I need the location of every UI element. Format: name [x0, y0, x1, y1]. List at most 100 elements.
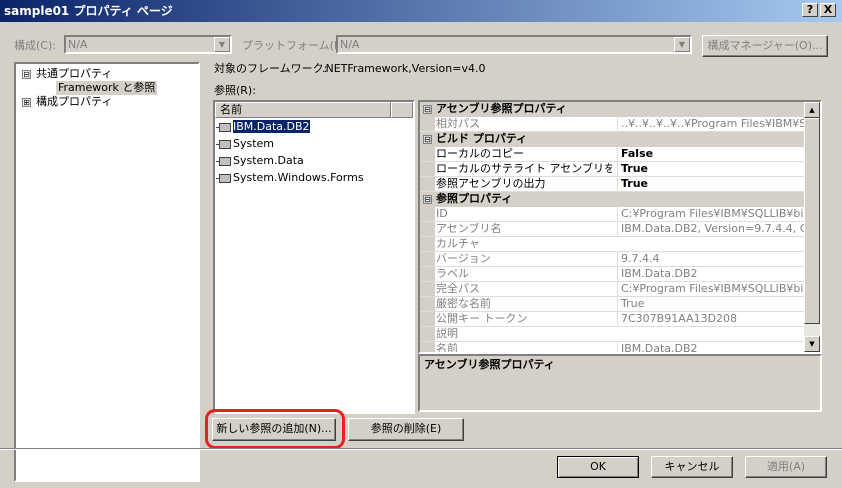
- reference-icon: [216, 173, 231, 183]
- property-row[interactable]: 名前 IBM.Data.DB2: [420, 342, 804, 352]
- property-value: ..¥..¥..¥..¥..¥Program Files¥IBM¥SQLLIB¥: [617, 117, 804, 131]
- references-label: 参照(R):: [214, 84, 256, 97]
- platform-select[interactable]: N/A ▼: [336, 35, 692, 54]
- help-button[interactable]: ?: [802, 3, 818, 17]
- property-value[interactable]: False: [617, 147, 804, 161]
- property-row[interactable]: ローカルのコピー False: [420, 147, 804, 162]
- config-manager-button[interactable]: 構成マネージャー(O)...: [702, 35, 828, 57]
- reference-label: System.Data: [233, 154, 304, 167]
- close-button[interactable]: X: [820, 3, 836, 17]
- property-value: True: [617, 297, 804, 311]
- property-row[interactable]: 相対パス ..¥..¥..¥..¥..¥Program Files¥IBM¥SQL…: [420, 117, 804, 132]
- property-name: カルチャ: [436, 237, 480, 250]
- scroll-up-icon[interactable]: ▲: [804, 102, 820, 118]
- property-value: IBM.Data.DB2: [617, 267, 804, 281]
- property-name: アセンブリ名: [436, 222, 502, 235]
- property-tree[interactable]: ⊟ 共通プロパティ Framework と参照 ⊞ 構成プロパティ: [14, 62, 200, 482]
- property-row[interactable]: カルチャ: [420, 237, 804, 252]
- category-label: アセンブリ参照プロパティ: [436, 102, 567, 115]
- property-value: IBM.Data.DB2, Version=9.7.4.4, Culture: [617, 222, 804, 236]
- property-name: バージョン: [436, 252, 491, 265]
- property-value[interactable]: True: [617, 162, 804, 176]
- framework-value: .NETFramework,Version=v4.0: [322, 62, 486, 75]
- property-value[interactable]: True: [617, 177, 804, 191]
- platform-label: プラットフォーム(P):: [242, 39, 349, 52]
- collapse-icon[interactable]: ⊟: [22, 69, 31, 79]
- property-name: 完全パス: [436, 282, 480, 295]
- chevron-down-icon[interactable]: ▼: [214, 37, 230, 52]
- reference-icon: [216, 122, 231, 132]
- property-name: 相対パス: [436, 117, 480, 130]
- chevron-down-icon[interactable]: ▼: [674, 37, 690, 52]
- property-value: C:¥Program Files¥IBM¥SQLLIB¥bin¥n: [617, 207, 804, 221]
- property-name: 参照アセンブリの出力: [436, 177, 546, 190]
- tree-item-label: 共通プロパティ: [36, 67, 113, 80]
- scroll-down-icon[interactable]: ▼: [804, 336, 820, 352]
- description-title: アセンブリ参照プロパティ: [424, 358, 555, 371]
- property-value: C:¥Program Files¥IBM¥SQLLIB¥bin¥n: [617, 282, 804, 296]
- tree-item-framework[interactable]: Framework と参照: [56, 81, 158, 95]
- tree-item-label: 構成プロパティ: [36, 95, 113, 108]
- category-row[interactable]: ⊟ アセンブリ参照プロパティ: [420, 102, 804, 117]
- list-item[interactable]: System: [216, 137, 277, 152]
- config-select[interactable]: N/A ▼: [64, 35, 232, 54]
- property-row[interactable]: ラベル IBM.Data.DB2: [420, 267, 804, 282]
- property-name: ラベル: [436, 267, 469, 280]
- divider: [0, 448, 842, 450]
- config-value: N/A: [68, 38, 88, 51]
- property-name: ID: [436, 207, 448, 220]
- property-row[interactable]: 完全パス C:¥Program Files¥IBM¥SQLLIB¥bin¥n: [420, 282, 804, 297]
- description-pane: アセンブリ参照プロパティ: [418, 354, 822, 412]
- ok-button[interactable]: OK: [557, 456, 639, 478]
- expand-icon[interactable]: ⊞: [22, 97, 31, 107]
- property-row[interactable]: アセンブリ名 IBM.Data.DB2, Version=9.7.4.4, Cul…: [420, 222, 804, 237]
- list-item[interactable]: IBM.Data.DB2: [216, 120, 313, 135]
- property-value: 9.7.4.4: [617, 252, 804, 266]
- property-name: 名前: [436, 342, 458, 352]
- property-name: ローカルのサテライト アセンブリをコピー: [436, 162, 612, 175]
- property-value: 7C307B91AA13D208: [617, 312, 804, 326]
- property-row[interactable]: 厳密な名前 True: [420, 297, 804, 312]
- collapse-icon[interactable]: ⊟: [423, 195, 432, 204]
- reference-icon: [216, 139, 231, 149]
- highlight-annotation: [205, 409, 345, 449]
- collapse-icon[interactable]: ⊟: [423, 135, 432, 144]
- property-value: IBM.Data.DB2: [617, 342, 804, 352]
- framework-label: 対象のフレームワーク:: [214, 62, 328, 75]
- reference-label: IBM.Data.DB2: [233, 120, 310, 133]
- category-row[interactable]: ⊟ ビルド プロパティ: [420, 132, 804, 147]
- property-name: ローカルのコピー: [436, 147, 524, 160]
- config-label: 構成(C):: [14, 39, 56, 52]
- tree-item-common[interactable]: ⊟ 共通プロパティ: [22, 67, 112, 81]
- column-header-name[interactable]: 名前: [215, 102, 391, 118]
- property-row[interactable]: 参照アセンブリの出力 True: [420, 177, 804, 192]
- category-row[interactable]: ⊟ 参照プロパティ: [420, 192, 804, 207]
- property-row[interactable]: 説明: [420, 327, 804, 342]
- property-row[interactable]: 公開キー トークン 7C307B91AA13D208: [420, 312, 804, 327]
- list-item[interactable]: System.Data: [216, 154, 307, 169]
- scrollbar[interactable]: ▲ ▼: [804, 102, 820, 352]
- reference-label: System.Windows.Forms: [233, 171, 364, 184]
- property-row[interactable]: バージョン 9.7.4.4: [420, 252, 804, 267]
- scroll-thumb[interactable]: [804, 118, 820, 324]
- tree-item-label: Framework と参照: [58, 81, 156, 94]
- property-grid[interactable]: ⊟ アセンブリ参照プロパティ 相対パス ..¥..¥..¥..¥..¥Program …: [418, 100, 822, 354]
- reference-list[interactable]: 名前 IBM.Data.DB2 System System.Data Syste…: [213, 100, 415, 414]
- property-name: 公開キー トークン: [436, 312, 528, 325]
- reference-icon: [216, 156, 231, 166]
- window-title: sample01 プロパティ ページ: [4, 4, 173, 18]
- property-row[interactable]: ローカルのサテライト アセンブリをコピー True: [420, 162, 804, 177]
- cancel-button[interactable]: キャンセル: [651, 456, 733, 478]
- apply-button[interactable]: 適用(A): [745, 456, 827, 478]
- collapse-icon[interactable]: ⊟: [423, 105, 432, 114]
- remove-reference-button[interactable]: 参照の削除(E): [348, 418, 464, 441]
- property-name: 説明: [436, 327, 458, 340]
- tree-item-config[interactable]: ⊞ 構成プロパティ: [22, 95, 112, 109]
- property-name: 厳密な名前: [436, 297, 491, 310]
- category-label: 参照プロパティ: [436, 192, 513, 205]
- property-row[interactable]: ID C:¥Program Files¥IBM¥SQLLIB¥bin¥n: [420, 207, 804, 222]
- category-label: ビルド プロパティ: [436, 132, 528, 145]
- platform-value: N/A: [340, 38, 360, 51]
- list-item[interactable]: System.Windows.Forms: [216, 171, 367, 186]
- title-bar: sample01 プロパティ ページ ? X: [0, 0, 842, 22]
